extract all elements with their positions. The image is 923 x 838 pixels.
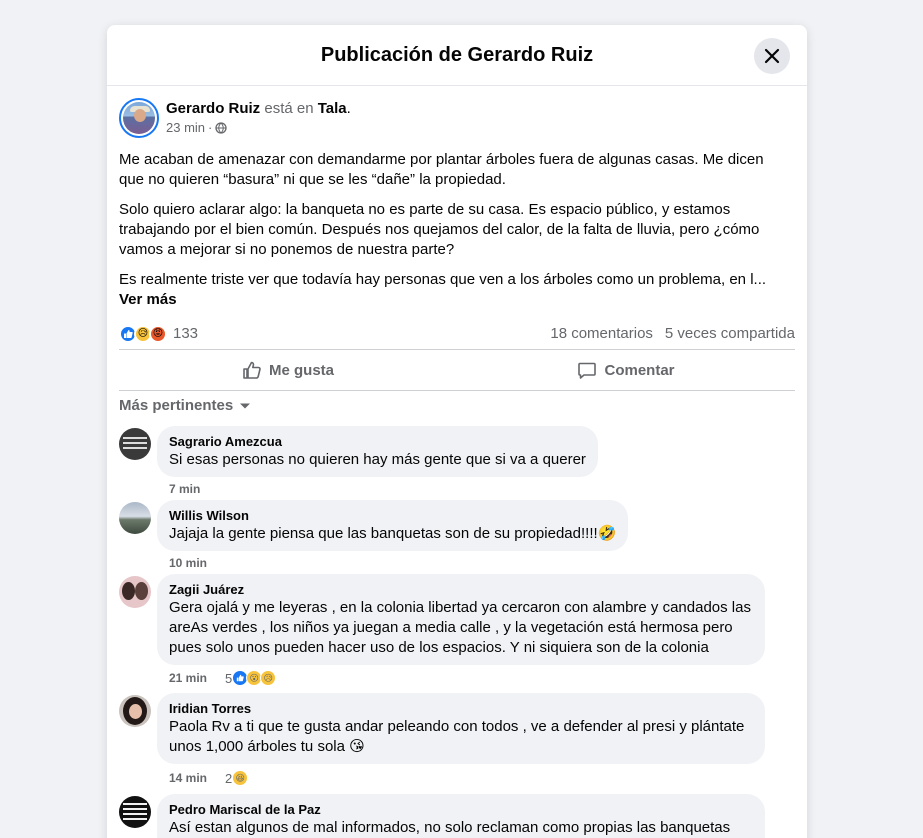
like-button[interactable]: Me gusta (119, 350, 457, 390)
comment-item: Zagii Juárez Gera ojalá y me leyeras , e… (119, 574, 795, 691)
commenter-name[interactable]: Zagii Juárez (169, 582, 753, 598)
post-time[interactable]: 23 min (166, 120, 205, 136)
commenter-name[interactable]: Willis Wilson (169, 508, 616, 524)
comment-reactions[interactable]: 2 😆 (225, 770, 249, 786)
comment-icon (578, 362, 597, 379)
filter-label: Más pertinentes (119, 397, 234, 414)
comment-time[interactable]: 10 min (169, 556, 207, 570)
commenter-avatar[interactable] (119, 796, 151, 828)
commenter-avatar[interactable] (119, 502, 151, 534)
comment-bubble: Sagrario Amezcua Si esas personas no qui… (157, 426, 598, 477)
location-link[interactable]: Tala (318, 100, 347, 117)
author-avatar[interactable] (119, 98, 159, 138)
comment-text: Así estan algunos de mal informados, no … (169, 819, 731, 836)
comment-bubble: Pedro Mariscal de la Paz Así estan algun… (157, 794, 765, 838)
reactions-summary[interactable]: 😥 😡 133 (119, 324, 199, 343)
comment-item: Willis Wilson Jajaja la gente piensa que… (119, 500, 795, 575)
post-header: Gerardo Ruiz está en Tala. 23 min · (119, 98, 795, 138)
globe-icon (215, 122, 228, 134)
see-more-link[interactable]: Ver más (119, 291, 177, 308)
comment-bubble: Zagii Juárez Gera ojalá y me leyeras , e… (157, 574, 765, 665)
post-stats: 😥 😡 133 18 comentarios 5 veces compartid… (119, 318, 795, 350)
post-actions: Me gusta Comentar (119, 350, 795, 391)
comment-text: Jajaja la gente piensa que las banquetas… (169, 525, 617, 542)
commenter-name[interactable]: Iridian Torres (169, 701, 753, 717)
like-label: Me gusta (268, 361, 334, 379)
sad-reaction-icon: 😥 (260, 670, 277, 686)
commenter-avatar[interactable] (119, 695, 151, 727)
comment-item: Pedro Mariscal de la Paz Así estan algun… (119, 794, 795, 838)
comment-label: Comentar (604, 361, 675, 379)
angry-reaction-icon: 😡 (149, 324, 167, 343)
comment-item: Iridian Torres Paola Rv a ti que te gust… (119, 693, 795, 792)
thumbs-up-icon (243, 361, 261, 379)
comment-text: Gera ojalá y me leyeras , en la colonia … (169, 599, 751, 656)
author-name[interactable]: Gerardo Ruiz (166, 100, 260, 117)
post-paragraph-1: Me acaban de amenazar con demandarme por… (119, 151, 764, 188)
commenter-avatar[interactable] (119, 428, 151, 460)
comment-reaction-count: 5 (225, 670, 233, 686)
comment-filter[interactable]: Más pertinentes (119, 397, 795, 414)
post-paragraph-3: Es realmente triste ver que todavía hay … (119, 271, 767, 288)
comment-reactions[interactable]: 5 😮 😥 (225, 670, 277, 686)
modal-header: Publicación de Gerardo Ruiz (107, 25, 807, 86)
comments-list: Sagrario Amezcua Si esas personas no qui… (119, 426, 795, 838)
comment-item: Sagrario Amezcua Si esas personas no qui… (119, 426, 795, 501)
comment-bubble: Willis Wilson Jajaja la gente piensa que… (157, 500, 629, 551)
comment-text: Si esas personas no quieren hay más gent… (169, 451, 586, 468)
caret-down-icon (240, 403, 251, 408)
commenter-avatar[interactable] (119, 576, 151, 608)
checkin-text: está en (264, 100, 314, 117)
comment-text: Paola Rv a ti que te gusta andar peleand… (169, 718, 745, 755)
close-icon (764, 48, 780, 64)
close-button[interactable] (754, 38, 790, 74)
comments-count[interactable]: 18 comentarios (550, 325, 653, 342)
post-modal: Publicación de Gerardo Ruiz Gerardo Ruiz… (107, 25, 807, 838)
shares-count[interactable]: 5 veces compartida (665, 325, 795, 342)
comment-time[interactable]: 21 min (169, 671, 207, 685)
comment-time[interactable]: 7 min (169, 482, 200, 496)
commenter-name[interactable]: Pedro Mariscal de la Paz (169, 802, 753, 818)
commenter-name[interactable]: Sagrario Amezcua (169, 434, 586, 450)
comment-button[interactable]: Comentar (457, 350, 795, 390)
modal-title: Publicación de Gerardo Ruiz (320, 43, 594, 66)
post-paragraph-2: Solo quiero aclarar algo: la banqueta no… (119, 201, 760, 258)
post-text: Me acaban de amenazar con demandarme por… (119, 150, 795, 310)
haha-reaction-icon: 😆 (232, 770, 249, 786)
reaction-count: 133 (173, 325, 199, 342)
comment-time[interactable]: 14 min (169, 771, 207, 785)
comment-reaction-count: 2 (225, 770, 233, 786)
post-meta: 23 min · (166, 120, 351, 136)
modal-content: Gerardo Ruiz está en Tala. 23 min · Me a… (107, 86, 807, 838)
comment-bubble: Iridian Torres Paola Rv a ti que te gust… (157, 693, 765, 764)
